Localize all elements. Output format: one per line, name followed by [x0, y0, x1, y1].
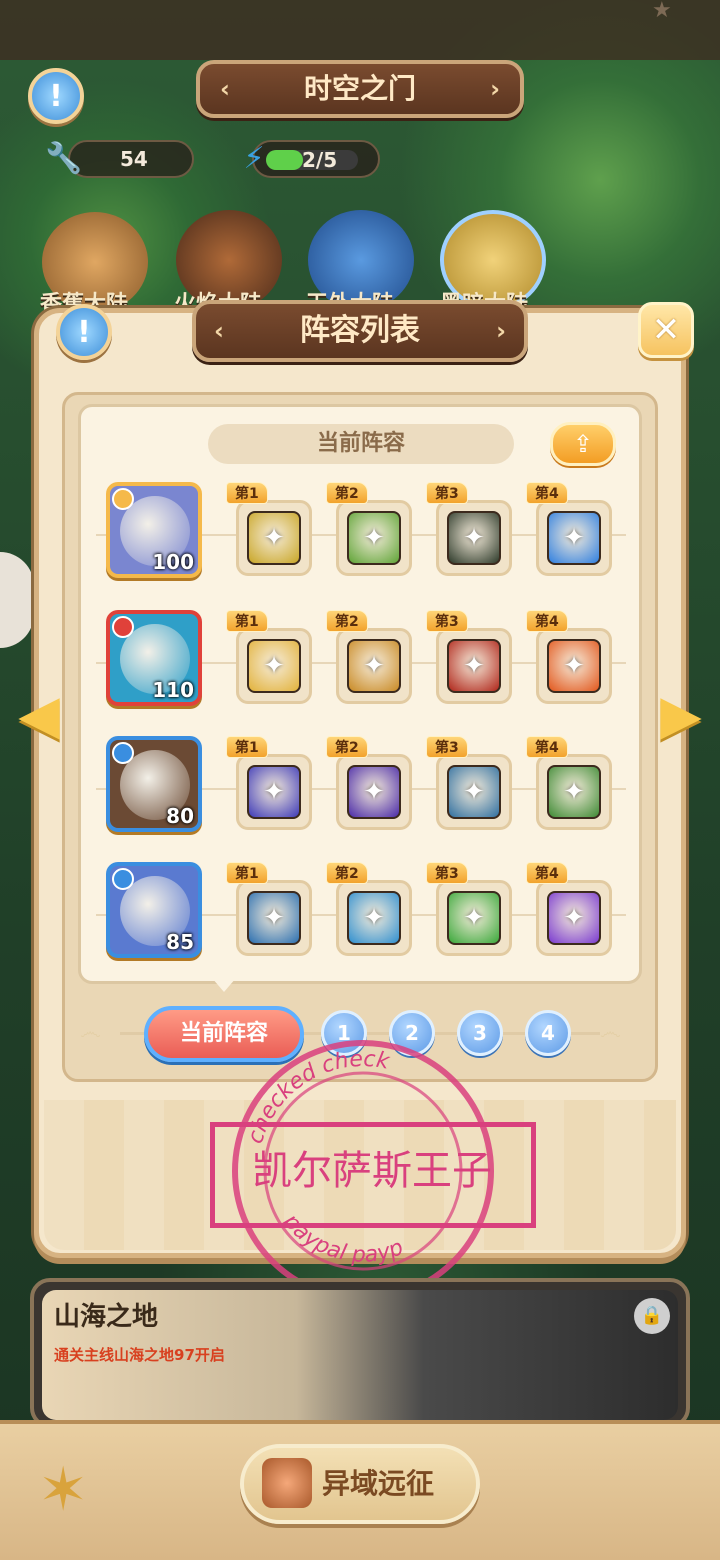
skill-order-tag: 第1 [226, 862, 268, 884]
expedition-label: 异域远征 [322, 1467, 435, 1500]
skill-slot[interactable]: ✦ [436, 500, 512, 576]
hero-card[interactable]: 80 [106, 736, 202, 832]
skill-order-tag: 第4 [526, 482, 568, 504]
golden-shield-icon: ✦ [247, 511, 301, 565]
golden-dragon-icon: ✦ [347, 639, 401, 693]
skill-slot[interactable]: ✦ [336, 500, 412, 576]
hero-card[interactable]: 100 [106, 482, 202, 578]
tab-lineup-4[interactable]: 4 [525, 1010, 571, 1056]
snow-element-icon [112, 868, 134, 890]
skill-order-tag: 第1 [226, 482, 268, 504]
header-info-button[interactable]: ! [28, 68, 84, 124]
hero-level: 85 [166, 930, 194, 954]
skill-slot[interactable]: ✦ [536, 880, 612, 956]
skill-slot[interactable]: ✦ [236, 500, 312, 576]
dark-totem-icon: ✦ [447, 511, 501, 565]
gear-element-icon [112, 488, 134, 510]
modal-title-banner: ‹ 阵容列表 › [192, 300, 528, 362]
skill-order-tag: 第4 [526, 862, 568, 884]
skill-slot[interactable]: ✦ [536, 500, 612, 576]
resource-counter-1: 54 [68, 140, 194, 178]
sun-element-icon [112, 742, 134, 764]
skill-order-tag: 第1 [226, 610, 268, 632]
skill-order-tag: 第3 [426, 862, 468, 884]
skill-order-tag: 第2 [326, 862, 368, 884]
chevron-right-icon: › [490, 75, 500, 103]
skill-order-tag: 第1 [226, 736, 268, 758]
modal-title: 阵容列表 [300, 313, 420, 348]
top-strip [0, 0, 720, 60]
modal-info-button[interactable]: ! [56, 304, 112, 360]
realm-title: 山海之地 [54, 1302, 159, 1332]
skill-order-tag: 第3 [426, 736, 468, 758]
expedition-icon [262, 1458, 312, 1508]
fist-punch-icon: ✦ [247, 639, 301, 693]
stamp-text: 凯尔萨斯王子 [252, 1148, 492, 1194]
skill-order-tag: 第4 [526, 610, 568, 632]
hero-card[interactable]: 85 [106, 862, 202, 958]
green-storm-icon: ✦ [447, 891, 501, 945]
star-shield-icon: ✦ [347, 511, 401, 565]
fire-eye-icon: ✦ [447, 639, 501, 693]
skill-order-tag: 第3 [426, 482, 468, 504]
red-mask-icon: ✦ [247, 891, 301, 945]
chevron-left-icon: ‹ [220, 75, 230, 103]
skill-slot[interactable]: ✦ [336, 628, 412, 704]
realm-unlock-condition: 通关主线山海之地97开启 [54, 1346, 225, 1364]
flame-beast-icon: ✦ [547, 639, 601, 693]
header-title-banner: ‹ 时空之门 › [196, 60, 524, 118]
skill-slot[interactable]: ✦ [336, 754, 412, 830]
chevron-left-icon: ‹ [214, 317, 224, 345]
skill-order-tag: 第2 [326, 482, 368, 504]
skill-slot[interactable]: ✦ [436, 880, 512, 956]
close-icon: ✕ [651, 310, 681, 350]
skill-slot[interactable]: ✦ [336, 880, 412, 956]
close-button[interactable]: ✕ [638, 302, 694, 358]
swirl-decoration-icon: ෴ [80, 1020, 101, 1045]
lock-icon: 🔒 [634, 1298, 670, 1334]
peach-plant-icon: ✦ [547, 765, 601, 819]
skill-slot[interactable]: ✦ [536, 754, 612, 830]
tree-guardian-icon: ✦ [447, 765, 501, 819]
header-title: 时空之门 [303, 72, 416, 105]
swirl-decoration-icon: ෴ [600, 1020, 621, 1045]
skill-slot[interactable]: ✦ [436, 628, 512, 704]
purple-rain-icon: ✦ [347, 765, 401, 819]
skill-slot[interactable]: ✦ [236, 880, 312, 956]
star-decoration-icon: ★ [652, 0, 672, 23]
ice-trident-icon: ✦ [347, 891, 401, 945]
next-arrow-icon[interactable]: ▶ [656, 688, 706, 742]
skill-order-tag: 第2 [326, 736, 368, 758]
panel-pointer [212, 978, 236, 992]
prev-arrow-icon[interactable]: ◀ [14, 688, 64, 742]
skill-slot[interactable]: ✦ [436, 754, 512, 830]
hero-level: 100 [152, 550, 194, 574]
hero-level: 80 [166, 804, 194, 828]
energy-plus-icon[interactable]: ⚡ [232, 136, 276, 180]
leaf-element-icon [112, 616, 134, 638]
hero-card[interactable]: 110 [106, 610, 202, 706]
wrench-plus-icon[interactable]: 🔧 [42, 136, 86, 180]
share-icon: ⇪ [572, 430, 594, 458]
skill-order-tag: 第4 [526, 736, 568, 758]
skill-order-tag: 第2 [326, 610, 368, 632]
chevron-right-icon: › [496, 317, 506, 345]
current-lineup-label: 当前阵容 [208, 424, 514, 464]
hero-level: 110 [152, 678, 194, 702]
blue-comet-icon: ✦ [247, 765, 301, 819]
share-button[interactable]: ⇪ [550, 422, 616, 466]
resource-value-2: 2/5 [302, 148, 338, 172]
skill-slot[interactable]: ✦ [236, 628, 312, 704]
skill-slot[interactable]: ✦ [236, 754, 312, 830]
skill-order-tag: 第3 [426, 610, 468, 632]
skill-slot[interactable]: ✦ [536, 628, 612, 704]
purple-sigil-icon: ✦ [547, 891, 601, 945]
fishbone-icon[interactable]: ✶ [38, 1450, 148, 1530]
blue-fist-icon: ✦ [547, 511, 601, 565]
